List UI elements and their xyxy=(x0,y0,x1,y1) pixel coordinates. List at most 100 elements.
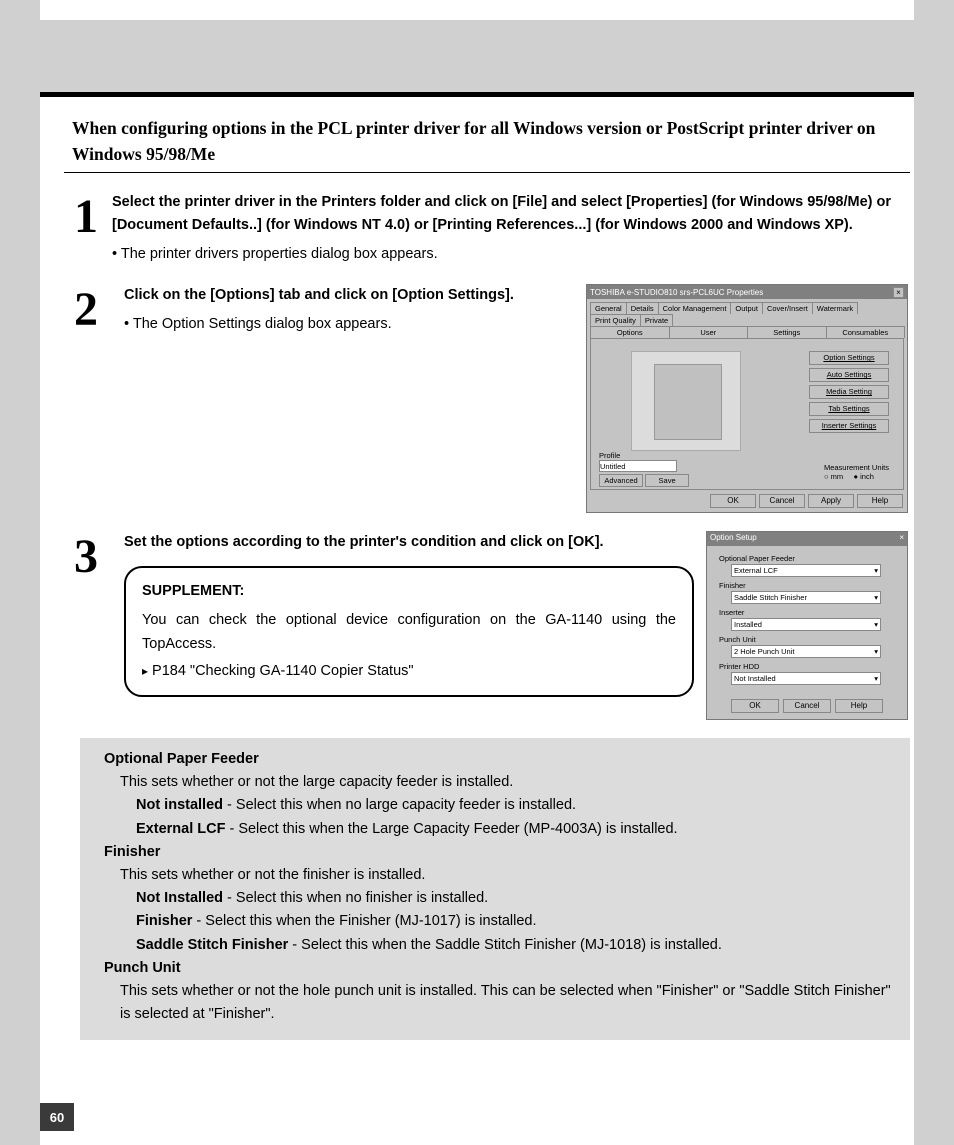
inserter-settings-button[interactable]: Inserter Settings xyxy=(809,419,889,433)
step-3-text: Set the options according to the printer… xyxy=(124,534,604,550)
tab-cover-insert[interactable]: Cover/Insert xyxy=(762,302,813,314)
tab-output[interactable]: Output xyxy=(730,302,763,314)
profile-combo[interactable] xyxy=(599,460,677,472)
punch-select[interactable]: 2 Hole Punch Unit▾ xyxy=(731,645,881,658)
chevron-down-icon: ▾ xyxy=(874,674,878,683)
finisher-opt-1: Not Installed - Select this when no fini… xyxy=(104,887,896,910)
profile-area: Profile Advanced Save xyxy=(599,451,689,487)
page: When configuring options in the PCL prin… xyxy=(40,0,914,1145)
tab-user[interactable]: User xyxy=(669,326,749,338)
properties-titlebar: TOSHIBA e-STUDIO810 srs-PCL6UC Propertie… xyxy=(587,285,907,299)
step-3-number: 3 xyxy=(60,531,112,578)
profile-label: Profile xyxy=(599,451,689,460)
properties-panel: Option Settings Auto Settings Media Sett… xyxy=(590,338,904,490)
content: When configuring options in the PCL prin… xyxy=(40,115,914,1040)
tab-options[interactable]: Options xyxy=(590,326,670,338)
hdd-label: Printer HDD xyxy=(719,662,895,671)
chevron-down-icon: ▾ xyxy=(874,566,878,575)
properties-title: TOSHIBA e-STUDIO810 srs-PCL6UC Propertie… xyxy=(590,288,763,297)
step-1: 1 Select the printer driver in the Print… xyxy=(60,191,914,267)
chevron-down-icon: ▾ xyxy=(874,620,878,629)
properties-dialog: TOSHIBA e-STUDIO810 srs-PCL6UC Propertie… xyxy=(586,284,908,513)
step-2: 2 Click on the [Options] tab and click o… xyxy=(60,284,914,513)
option-setup-body: Optional Paper FeederExternal LCF▾ Finis… xyxy=(707,546,907,693)
printer-image xyxy=(631,351,741,451)
tab-settings[interactable]: Settings xyxy=(747,326,827,338)
step-1-body: Select the printer driver in the Printer… xyxy=(112,191,908,267)
opf-label: Optional Paper Feeder xyxy=(719,554,895,563)
step-3: 3 Set the options according to the print… xyxy=(60,531,914,720)
finisher-header: Finisher xyxy=(104,841,896,864)
step-2-number: 2 xyxy=(60,284,112,331)
option-setup-title: Option Setup xyxy=(710,533,757,545)
step-3-screenshot: Option Setup × Optional Paper FeederExte… xyxy=(706,531,908,720)
close-icon[interactable]: × xyxy=(899,533,904,545)
media-setting-button[interactable]: Media Setting xyxy=(809,385,889,399)
save-button[interactable]: Save xyxy=(645,474,689,487)
punch-desc: This sets whether or not the hole punch … xyxy=(104,980,896,1026)
finisher-select[interactable]: Saddle Stitch Finisher▾ xyxy=(731,591,881,604)
ok-button[interactable]: OK xyxy=(710,494,756,508)
advanced-button[interactable]: Advanced xyxy=(599,474,643,487)
auto-settings-button[interactable]: Auto Settings xyxy=(809,368,889,382)
chevron-down-icon: ▾ xyxy=(874,647,878,656)
option-setup-buttons: OK Cancel Help xyxy=(707,693,907,719)
opf-opt-1: Not installed - Select this when no larg… xyxy=(104,794,896,817)
tabs-row-2: Options User Settings Consumables xyxy=(587,326,907,338)
tab-details[interactable]: Details xyxy=(626,302,659,314)
finisher-label: Finisher xyxy=(719,581,895,590)
chevron-down-icon: ▾ xyxy=(874,593,878,602)
header-rule xyxy=(40,92,914,97)
supplement-box: SUPPLEMENT: You can check the optional d… xyxy=(124,566,694,697)
tab-print-quality[interactable]: Print Quality xyxy=(590,314,641,326)
inserter-label: Inserter xyxy=(719,608,895,617)
step-2-text: Click on the [Options] tab and click on … xyxy=(124,287,514,303)
step-1-text: Select the printer driver in the Printer… xyxy=(112,194,891,233)
punch-label: Punch Unit xyxy=(719,635,895,644)
mm-radio[interactable]: ○ mm xyxy=(824,472,843,481)
section-title: When configuring options in the PCL prin… xyxy=(64,115,910,173)
step-3-body: Set the options according to the printer… xyxy=(124,531,694,697)
hdd-select[interactable]: Not Installed▾ xyxy=(731,672,881,685)
cancel-button[interactable]: Cancel xyxy=(759,494,805,508)
apply-button[interactable]: Apply xyxy=(808,494,854,508)
inch-radio[interactable]: ● inch xyxy=(854,472,874,481)
header-gray-band xyxy=(0,20,954,92)
tab-general[interactable]: General xyxy=(590,302,627,314)
cancel-button[interactable]: Cancel xyxy=(783,699,831,713)
measure-label: Measurement Units xyxy=(824,463,889,472)
help-button[interactable]: Help xyxy=(835,699,883,713)
opf-desc: This sets whether or not the large capac… xyxy=(104,771,896,794)
step-2-screenshot: TOSHIBA e-STUDIO810 srs-PCL6UC Propertie… xyxy=(586,284,908,513)
option-settings-button[interactable]: Option Settings xyxy=(809,351,889,365)
finisher-opt-3: Saddle Stitch Finisher - Select this whe… xyxy=(104,934,896,957)
supplement-ref: P184 "Checking GA-1140 Copier Status" xyxy=(142,660,676,683)
opf-header: Optional Paper Feeder xyxy=(104,748,896,771)
tab-private[interactable]: Private xyxy=(640,314,673,326)
page-number: 60 xyxy=(40,1103,74,1131)
step-1-number: 1 xyxy=(60,191,112,238)
option-setup-titlebar: Option Setup × xyxy=(707,532,907,546)
tab-watermark[interactable]: Watermark xyxy=(812,302,858,314)
tab-settings-button[interactable]: Tab Settings xyxy=(809,402,889,416)
opf-opt-2: External LCF - Select this when the Larg… xyxy=(104,818,896,841)
finisher-desc: This sets whether or not the finisher is… xyxy=(104,864,896,887)
dialog-buttons: OK Cancel Apply Help xyxy=(587,490,907,512)
tab-consumables[interactable]: Consumables xyxy=(826,326,906,338)
tab-color-mgmt[interactable]: Color Management xyxy=(658,302,732,314)
supplement-heading: SUPPLEMENT: xyxy=(142,580,676,603)
inserter-select[interactable]: Installed▾ xyxy=(731,618,881,631)
close-icon[interactable]: × xyxy=(893,287,904,298)
option-setup-dialog: Option Setup × Optional Paper FeederExte… xyxy=(706,531,908,720)
step-2-body: Click on the [Options] tab and click on … xyxy=(124,284,574,336)
measurement-units: Measurement Units ○ mm ● inch xyxy=(824,463,889,481)
punch-header: Punch Unit xyxy=(104,957,896,980)
option-buttons: Option Settings Auto Settings Media Sett… xyxy=(809,351,889,433)
supplement-body: You can check the optional device config… xyxy=(142,609,676,655)
ok-button[interactable]: OK xyxy=(731,699,779,713)
options-description-box: Optional Paper Feeder This sets whether … xyxy=(80,738,910,1040)
tabs-row-1: General Details Color Management Output … xyxy=(587,299,907,326)
opf-select[interactable]: External LCF▾ xyxy=(731,564,881,577)
help-button[interactable]: Help xyxy=(857,494,903,508)
step-2-bullet: The Option Settings dialog box appears. xyxy=(124,313,574,336)
